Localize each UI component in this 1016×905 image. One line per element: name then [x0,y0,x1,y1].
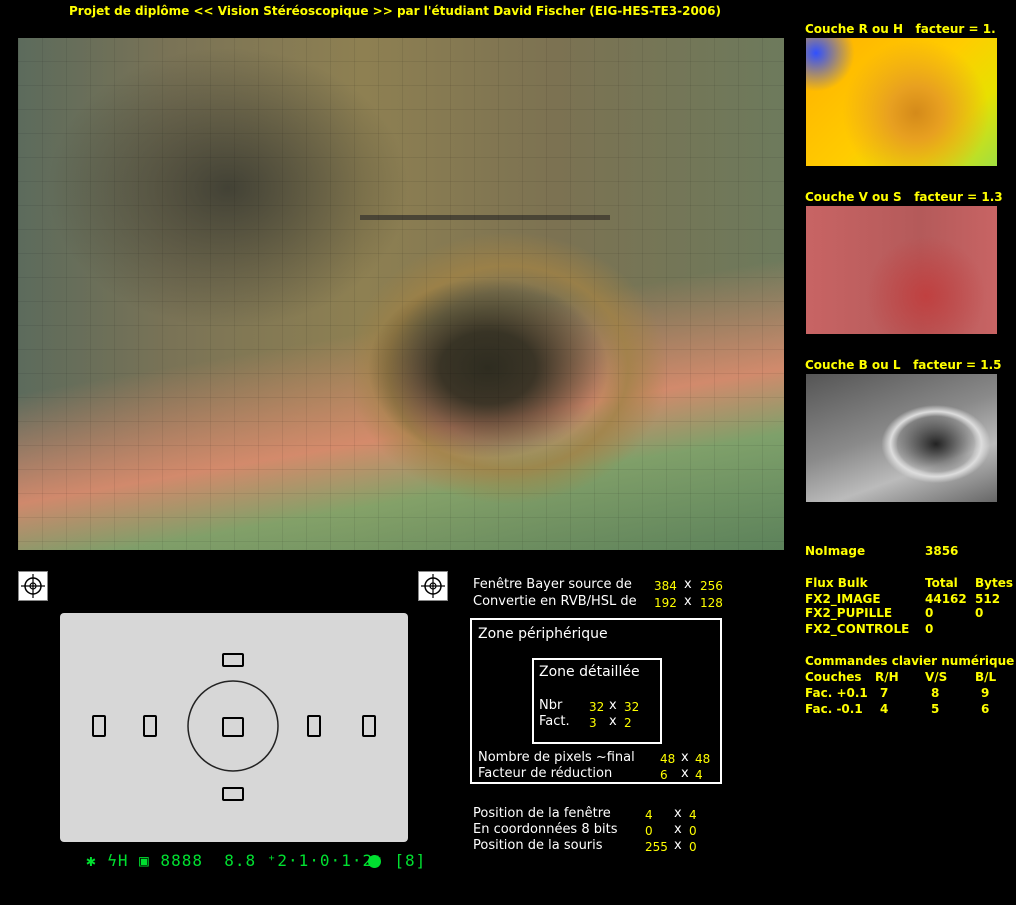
reduction-x: x [681,766,689,781]
nbr-x: x [609,698,617,713]
af-point-left[interactable] [143,715,157,737]
commands-header-name: Couches [805,670,862,684]
flux-header-total: Total [925,576,958,590]
commands-row-rh: 4 [880,702,889,716]
fact-label: Fact. [539,714,570,729]
crosshair-button-left[interactable] [18,571,48,601]
bayer-converted-w: 192 [654,596,677,610]
bayer-source-label: Fenêtre Bayer source de [473,577,632,592]
reduction-h: 4 [695,768,703,782]
nbr-h: 32 [624,700,640,714]
af-point-bottom[interactable] [222,787,244,801]
pixels-x: x [681,750,689,765]
coords-label: En coordonnées 8 bits [473,822,618,837]
layer-r-image [806,38,997,166]
image-stick [360,215,610,220]
af-point-far-left[interactable] [92,715,106,737]
af-point-far-right[interactable] [362,715,376,737]
pixels-h: 48 [695,752,711,766]
flux-header-name: Flux Bulk [805,576,868,590]
mouse-position-sep: x [674,838,682,853]
commands-row-bl: 6 [981,702,990,716]
crosshair-icon [421,574,445,598]
commands-row-vs: 8 [931,686,940,700]
commands-row-bl: 9 [981,686,990,700]
coords-x: 0 [645,824,653,838]
commands-header-rh: R/H [875,670,899,684]
pixels-label: Nombre de pixels ~final [478,750,635,765]
focus-confirm-icon [368,855,381,868]
layer-v-title: Couche V ou S facteur = 1.3 [805,190,1003,204]
flux-header-bytes: Bytes [975,576,1013,590]
commands-title: Commandes clavier numérique [805,654,1015,668]
layer-b-title: Couche B ou L facteur = 1.5 [805,358,1002,372]
coords-y: 0 [689,824,697,838]
flux-row-bytes: 0 [975,606,984,620]
commands-row-vs: 5 [931,702,940,716]
fact-w: 3 [589,716,597,730]
nbr-w: 32 [589,700,605,714]
layer-b-image [806,374,997,502]
app-title: Projet de diplôme << Vision Stéréoscopiq… [69,4,721,18]
bayer-source-w: 384 [654,579,677,593]
flux-row-name: FX2_PUPILLE [805,606,893,620]
bayer-converted-x: x [684,594,692,609]
reduction-w: 6 [660,768,668,782]
mouse-position-label: Position de la souris [473,838,603,853]
flux-row-total: 44162 [925,592,967,606]
main-camera-image[interactable] [18,38,784,550]
zone-detaillee-title: Zone détaillée [539,664,640,680]
commands-row-name: Fac. +0.1 [805,686,868,700]
af-point-center[interactable] [222,717,244,737]
reduction-label: Facteur de réduction [478,766,613,781]
window-position-sep: x [674,806,682,821]
bayer-source-x: x [684,577,692,592]
mouse-position-y: 0 [689,840,697,854]
commands-row-rh: 7 [880,686,889,700]
bayer-converted-label: Convertie en RVB/HSL de [473,594,637,609]
af-point-top[interactable] [222,653,244,667]
noimage-label: NoImage [805,544,866,558]
af-point-right[interactable] [307,715,321,737]
flux-row-name: FX2_IMAGE [805,592,881,606]
zone-peripherique-title: Zone périphérique [478,626,608,642]
layer-r-title: Couche R ou H facteur = 1. [805,22,996,36]
commands-header-bl: B/L [975,670,997,684]
window-position-y: 4 [689,808,697,822]
flux-row-total: 0 [925,622,934,636]
flux-row-bytes: 512 [975,592,1001,606]
viewfinder-panel [60,613,408,842]
bayer-source-h: 256 [700,579,723,593]
crosshair-icon [21,574,45,598]
nbr-label: Nbr [539,698,563,713]
window-position-label: Position de la fenêtre [473,806,611,821]
layer-v-image [806,206,997,334]
crosshair-button-right[interactable] [418,571,448,601]
fact-h: 2 [624,716,632,730]
commands-header-vs: V/S [925,670,948,684]
coords-sep: x [674,822,682,837]
commands-row-name: Fac. -0.1 [805,702,863,716]
flux-row-name: FX2_CONTROLE [805,622,910,636]
window-position-x: 4 [645,808,653,822]
fact-x: x [609,714,617,729]
flux-row-total: 0 [925,606,934,620]
bayer-converted-h: 128 [700,596,723,610]
noimage-value: 3856 [925,544,959,558]
mouse-position-x: 255 [645,840,668,854]
pixels-w: 48 [660,752,676,766]
